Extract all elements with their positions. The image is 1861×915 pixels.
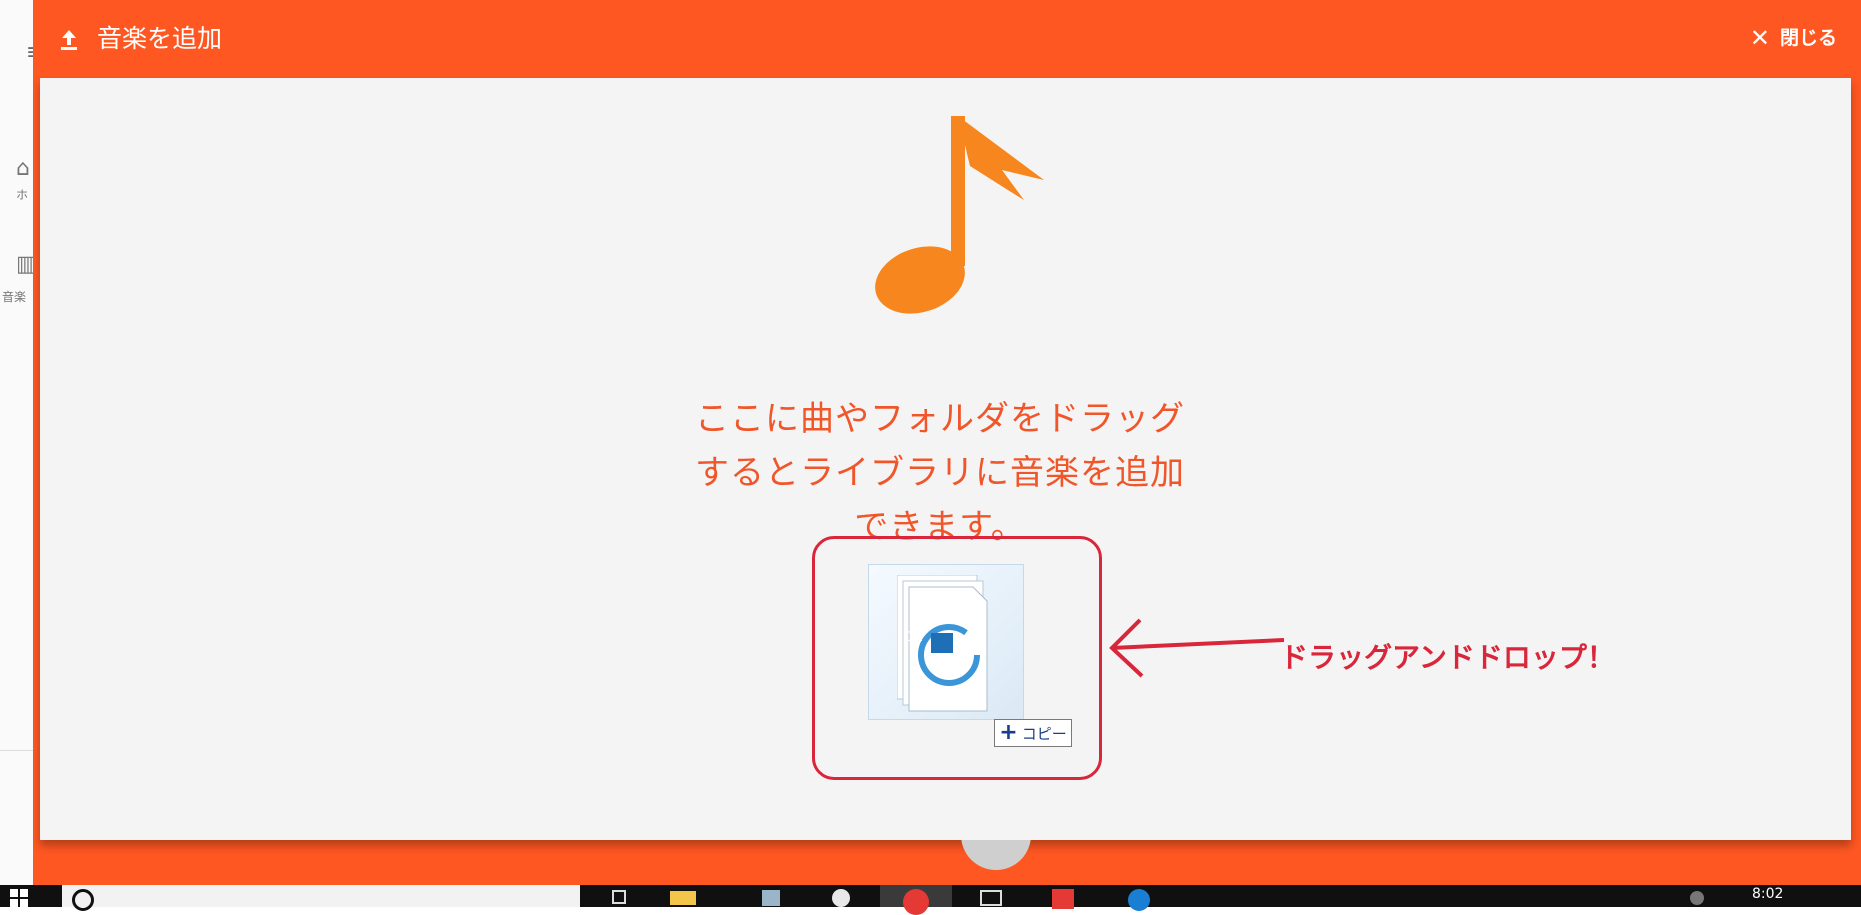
dialog-header: 音楽を追加 ✕ 閉じる xyxy=(33,0,1861,78)
plus-icon: + xyxy=(999,720,1018,745)
drop-line-1: ここに曲やフォルダをドラッグ xyxy=(695,399,1185,439)
drop-zone[interactable]: ここに曲やフォルダをドラッグ するとライブラリに音楽を追加 できます。 12 +… xyxy=(40,78,1851,840)
office-app-icon[interactable] xyxy=(1048,887,1078,909)
nav-music-label[interactable]: 音楽 xyxy=(2,288,26,305)
taskbar-search-input[interactable] xyxy=(62,885,580,911)
music-note-icon xyxy=(875,116,1044,314)
drop-line-2: するとライブラリに音楽を追加 xyxy=(695,453,1185,493)
app-icon[interactable] xyxy=(756,887,786,907)
close-icon[interactable]: ✕ xyxy=(1750,24,1770,52)
nav-home-label[interactable]: ホ xyxy=(16,186,28,203)
close-button[interactable]: ✕ 閉じる xyxy=(1750,24,1837,52)
drag-drop-annotation: ドラッグアンドドロップ！ xyxy=(1280,641,1615,674)
taskbar: 8:02 xyxy=(0,885,1861,915)
app-icon-2[interactable] xyxy=(826,887,856,907)
drop-instructions: ここに曲やフォルダをドラッグ するとライブラリに音楽を追加 できます。 xyxy=(680,392,1200,554)
tray-icon[interactable] xyxy=(1690,891,1704,905)
windows-start-icon[interactable] xyxy=(10,889,28,907)
copy-label: コピー xyxy=(1021,724,1067,743)
copy-drop-badge: + コピー xyxy=(994,719,1072,747)
dragged-file[interactable] xyxy=(868,564,1024,720)
file-explorer-icon[interactable] xyxy=(670,887,700,907)
taskbar-clock[interactable]: 8:02 xyxy=(1752,885,1783,903)
search-icon xyxy=(72,889,94,911)
home-icon[interactable]: ⌂ xyxy=(16,156,30,181)
active-app-indicator[interactable] xyxy=(880,885,952,915)
arrow-icon xyxy=(1109,618,1285,678)
dialog-title: 音楽を追加 xyxy=(97,24,223,53)
groove-music-icon[interactable] xyxy=(903,889,929,915)
edge-icon[interactable] xyxy=(1124,887,1154,911)
store-icon[interactable] xyxy=(976,887,1006,907)
add-music-dialog: 音楽を追加 ✕ 閉じる ここに曲やフォルダをドラッグ するとライブラリに音楽を追… xyxy=(33,0,1861,885)
task-view-icon[interactable] xyxy=(604,887,634,907)
file-badge: 12 xyxy=(906,630,924,645)
upload-icon xyxy=(61,30,77,50)
close-label[interactable]: 閉じる xyxy=(1780,24,1837,52)
scroll-indicator xyxy=(961,840,1031,870)
